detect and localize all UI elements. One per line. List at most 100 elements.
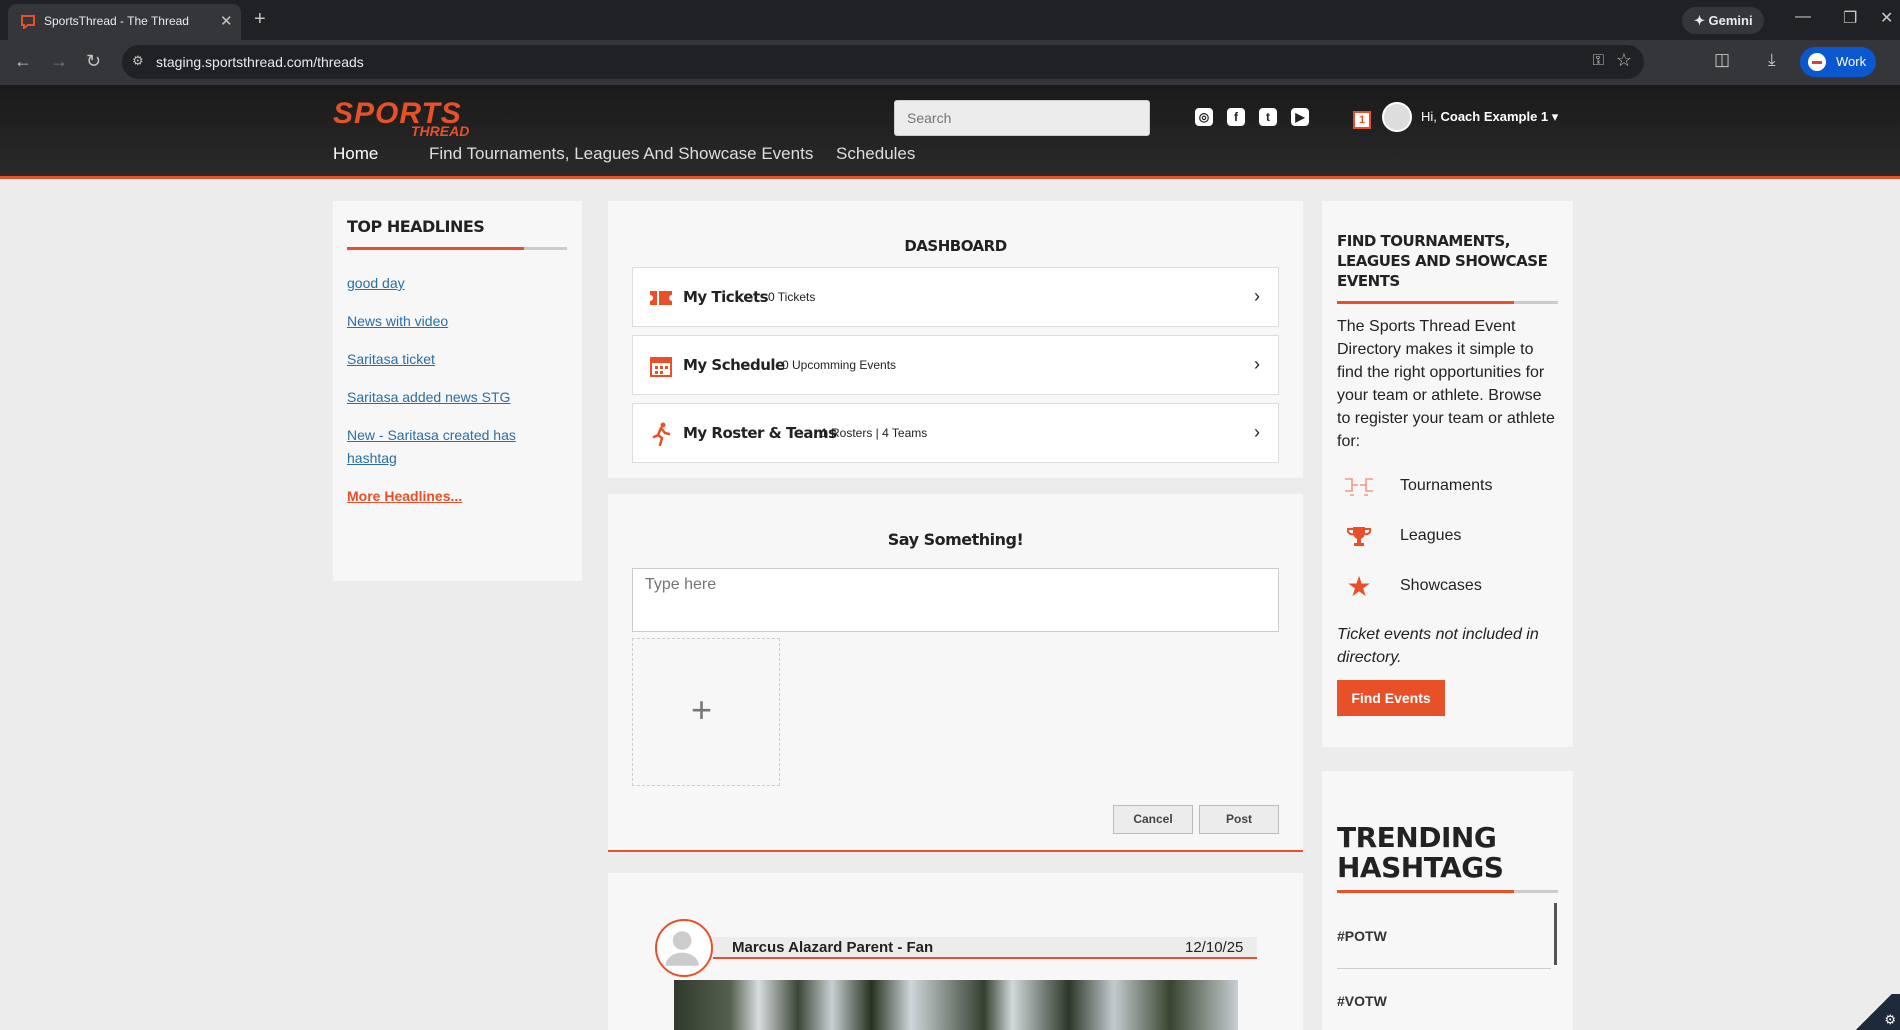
hashtag-link[interactable]: #VOTW <box>1337 993 1387 1009</box>
minimize-icon[interactable]: — <box>1795 8 1811 26</box>
back-icon[interactable]: ← <box>14 51 32 72</box>
chevron-right-icon: › <box>1254 354 1260 374</box>
my-tickets-count: 0 Tickets <box>768 290 816 304</box>
hashtag-scrollbar[interactable] <box>1554 903 1557 965</box>
ticket-icon <box>650 291 672 305</box>
trophy-icon <box>1346 527 1372 546</box>
post-text-input[interactable] <box>632 568 1279 632</box>
directory-title-line: FIND TOURNAMENTS, <box>1337 232 1510 250</box>
url-bar[interactable]: ⚙ staging.sportsthread.com/threads ⚿ ☆ <box>122 45 1644 79</box>
hashtag-link[interactable]: #POTW <box>1337 928 1387 944</box>
description-line: Directory makes it simple to <box>1337 341 1534 358</box>
my-schedule-label: My Schedule <box>683 356 785 374</box>
youtube-icon[interactable]: ▶ <box>1291 108 1309 126</box>
address-bar-row: ← → ↻ ⚙ staging.sportsthread.com/threads… <box>0 40 1900 85</box>
gear-icon: ⚙ <box>1884 1012 1896 1027</box>
notification-badge[interactable]: 1 <box>1353 111 1371 129</box>
post-avatar[interactable] <box>655 919 713 977</box>
plus-icon: + <box>691 689 713 730</box>
headline-link[interactable]: Saritasa ticket <box>347 351 435 367</box>
profile-avatar-icon <box>1808 53 1826 71</box>
headline-link[interactable]: Saritasa added news STG <box>347 389 510 405</box>
chevron-right-icon: › <box>1254 286 1260 306</box>
nav-find-events[interactable]: Find Tournaments, Leagues And Showcase E… <box>429 144 813 164</box>
user-menu[interactable]: Hi, Coach Example 1 ▾ <box>1421 109 1558 125</box>
instagram-icon[interactable]: ◎ <box>1195 108 1213 126</box>
browser-tab-bar: SportsThread - The Thread ✕ + ✦ Gemini —… <box>0 0 1900 40</box>
my-tickets-label: My Tickets <box>683 288 769 306</box>
feed-post: Marcus Alazard Parent - Fan 12/10/25 <box>608 873 1303 1030</box>
description-line: your team or athlete. Browse <box>1337 387 1542 404</box>
star-icon: ★ <box>1346 571 1372 602</box>
user-name: Coach Example 1 <box>1440 109 1549 124</box>
settings-corner-widget[interactable]: ⚙ <box>1848 994 1900 1030</box>
close-window-icon[interactable]: ✕ <box>1880 8 1893 28</box>
gemini-button[interactable]: ✦ Gemini <box>1682 7 1764 34</box>
directory-description: The Sports Thread Event Directory makes … <box>1337 315 1555 453</box>
forward-icon[interactable]: → <box>50 51 68 72</box>
nav-schedules[interactable]: Schedules <box>836 144 915 164</box>
more-headlines-link[interactable]: More Headlines... <box>347 488 462 504</box>
headline-link[interactable]: good day <box>347 275 405 291</box>
dashboard-panel: DASHBOARD My Tickets 0 Tickets › My Sche… <box>608 201 1303 478</box>
trending-panel: TRENDING HASHTAGS #POTW #VOTW <box>1322 771 1573 1030</box>
side-panel-icon[interactable]: ◫ <box>1714 50 1730 70</box>
gemini-label: Gemini <box>1708 13 1753 28</box>
my-schedule-row[interactable]: My Schedule 0 Upcomming Events › <box>632 335 1279 395</box>
profile-label: Work <box>1836 54 1867 69</box>
chevron-right-icon: › <box>1254 422 1260 442</box>
calendar-icon <box>650 357 672 377</box>
post-image[interactable] <box>674 980 1238 1030</box>
my-roster-label: My Roster & Teams <box>683 424 837 442</box>
close-tab-icon[interactable]: ✕ <box>220 12 233 30</box>
greeting-prefix: Hi, <box>1421 109 1441 124</box>
my-roster-row[interactable]: My Roster & Teams 1 Rosters | 4 Teams › <box>632 403 1279 463</box>
find-events-button[interactable]: Find Events <box>1337 680 1445 716</box>
post-author[interactable]: Marcus Alazard Parent - Fan <box>732 939 933 956</box>
category-label: Showcases <box>1400 577 1482 594</box>
download-icon[interactable]: ⤓ <box>1768 50 1776 70</box>
note-line: directory. <box>1337 649 1402 666</box>
nav-home[interactable]: Home <box>333 144 378 164</box>
post-button[interactable]: Post <box>1199 805 1279 834</box>
sportsthread-favicon-icon <box>21 15 35 29</box>
headlines-underline <box>347 247 567 250</box>
new-tab-icon[interactable]: + <box>254 8 266 31</box>
directory-title-line: EVENTS <box>1337 272 1400 290</box>
headline-link[interactable]: New - Saritasa created has <box>347 427 516 443</box>
headline-link[interactable]: News with video <box>347 313 448 329</box>
category-label: Leagues <box>1400 527 1462 544</box>
description-line: to register your team or athlete <box>1337 410 1555 427</box>
sportsthread-logo[interactable]: SPORTS THREAD <box>333 99 469 140</box>
bookmark-star-icon[interactable]: ☆ <box>1616 50 1632 71</box>
caret-down-icon: ▾ <box>1551 109 1559 124</box>
user-avatar[interactable] <box>1382 102 1412 132</box>
headline-link[interactable]: hashtag <box>347 450 397 466</box>
password-key-icon[interactable]: ⚿ <box>1593 52 1604 69</box>
profile-button[interactable]: Work <box>1800 47 1876 77</box>
search-input[interactable] <box>894 100 1150 136</box>
site-info-icon[interactable]: ⚙ <box>132 53 144 69</box>
cancel-button[interactable]: Cancel <box>1113 805 1193 834</box>
my-roster-count: 1 Rosters | 4 Teams <box>821 426 928 440</box>
hashtag-divider <box>1337 968 1551 969</box>
compose-panel: Say Something! + Cancel Post <box>608 494 1303 852</box>
trending-title-line: HASHTAGS <box>1337 851 1504 884</box>
trending-underline <box>1337 890 1558 893</box>
tab-title: SportsThread - The Thread <box>44 14 189 28</box>
facebook-icon[interactable]: f <box>1227 108 1245 126</box>
logo-bottom-text: THREAD <box>411 123 470 139</box>
directory-title: FIND TOURNAMENTS, LEAGUES AND SHOWCASE E… <box>1337 231 1548 291</box>
add-media-button[interactable]: + <box>632 638 780 786</box>
description-line: find the right opportunities for <box>1337 364 1545 381</box>
url-text: staging.sportsthread.com/threads <box>156 54 364 70</box>
site-header: SPORTS THREAD ◎ f t ▶ 1 Hi, Coach Exampl… <box>0 85 1900 179</box>
restore-icon[interactable]: ❐ <box>1843 8 1857 28</box>
reload-icon[interactable]: ↻ <box>86 51 101 72</box>
browser-tab[interactable]: SportsThread - The Thread ✕ <box>8 4 241 40</box>
trending-title: TRENDING HASHTAGS <box>1337 823 1504 884</box>
my-tickets-row[interactable]: My Tickets 0 Tickets › <box>632 267 1279 327</box>
twitter-icon[interactable]: t <box>1259 108 1277 126</box>
headlines-title: TOP HEADLINES <box>347 217 485 236</box>
my-schedule-count: 0 Upcomming Events <box>782 358 897 372</box>
